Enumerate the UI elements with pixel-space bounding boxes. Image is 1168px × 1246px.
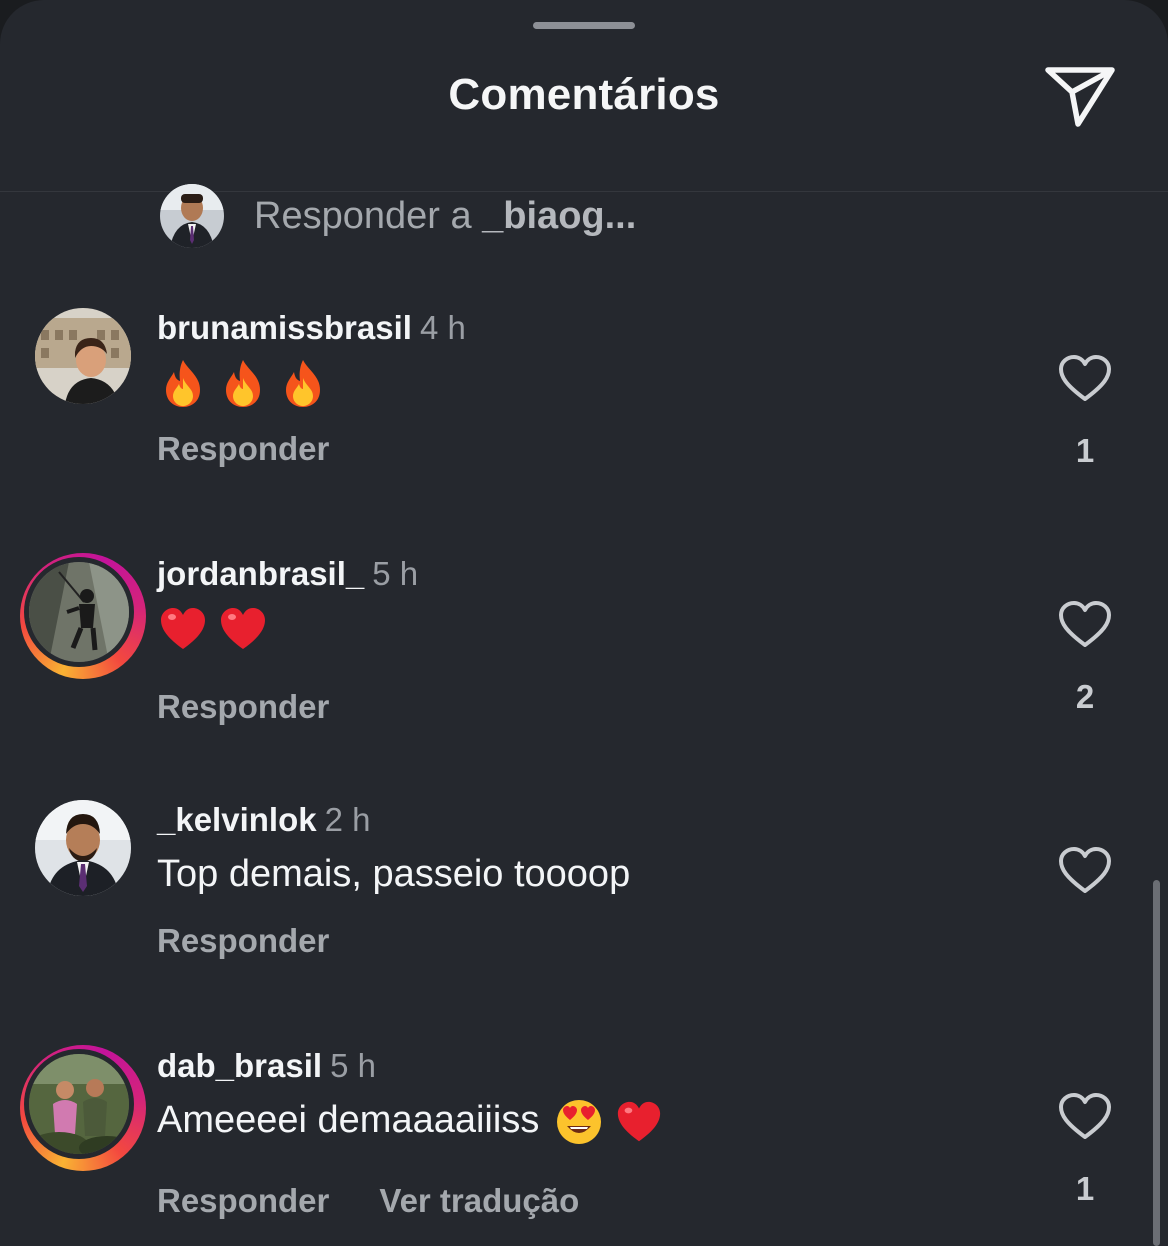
- page-title: Comentários: [448, 70, 720, 119]
- comment-actions: Responder: [157, 688, 329, 726]
- comment-username[interactable]: brunamissbrasil: [157, 309, 412, 346]
- reply-input[interactable]: Responder a _biaog...: [160, 184, 637, 248]
- comment-time: 4 h: [419, 309, 466, 346]
- drag-handle[interactable]: [533, 22, 635, 29]
- like-count: 1: [1075, 1170, 1095, 1207]
- current-user-avatar: [160, 184, 224, 248]
- scrollbar[interactable]: [1153, 880, 1160, 1246]
- translate-button[interactable]: Ver tradução: [379, 1182, 579, 1219]
- heart-icon[interactable]: [1058, 600, 1112, 648]
- like-count: 1: [1075, 432, 1095, 469]
- story-ring: [20, 553, 146, 679]
- heart-icon[interactable]: [1058, 1092, 1112, 1140]
- story-ring: [20, 1045, 146, 1171]
- reply-button[interactable]: Responder: [157, 688, 329, 725]
- comment-text: Ameeeei demaaaaiiiss: [157, 1096, 663, 1146]
- heart-icon[interactable]: [1058, 354, 1112, 402]
- fire-icon: [166, 360, 200, 407]
- comment-text: Top demais, passeio toooop: [157, 853, 631, 895]
- comment-header: dab_brasil 5 h: [157, 1046, 376, 1086]
- heart-eyes-emoji-icon: [557, 1099, 602, 1144]
- reply-button[interactable]: Responder: [157, 922, 329, 959]
- comment-text: [160, 358, 326, 408]
- comment-text: [160, 604, 266, 654]
- comment-username[interactable]: jordanbrasil_: [157, 555, 364, 592]
- red-heart-icon: [221, 608, 265, 649]
- comment-actions: Responder: [157, 922, 329, 960]
- comment-actions: Responder: [157, 430, 329, 468]
- comment-username[interactable]: _kelvinlok: [157, 801, 317, 838]
- reply-button[interactable]: Responder: [157, 1182, 329, 1219]
- comment-time: 2 h: [324, 801, 371, 838]
- comment-header: brunamissbrasil 4 h: [157, 308, 466, 348]
- comment-time: 5 h: [372, 555, 419, 592]
- avatar[interactable]: [35, 308, 131, 404]
- fire-icon: [226, 360, 260, 407]
- comment-actions: Responder Ver tradução: [157, 1182, 579, 1220]
- comment-username[interactable]: dab_brasil: [157, 1047, 322, 1084]
- avatar[interactable]: [35, 800, 131, 896]
- comments-sheet: Comentários Responder a _biaog... brunam…: [0, 0, 1168, 1246]
- heart-icon[interactable]: [1058, 846, 1112, 894]
- comment-time: 5 h: [330, 1047, 376, 1084]
- fire-icon: [286, 360, 320, 407]
- reply-placeholder: Responder a _biaog...: [254, 194, 637, 237]
- avatar[interactable]: [20, 553, 146, 679]
- comment-header: _kelvinlok 2 h: [157, 800, 370, 840]
- comment-header: jordanbrasil_ 5 h: [157, 554, 418, 594]
- reply-button[interactable]: Responder: [157, 430, 329, 467]
- red-heart-icon: [618, 1101, 661, 1142]
- avatar[interactable]: [20, 1045, 146, 1171]
- red-heart-icon: [161, 608, 205, 649]
- paper-plane-icon[interactable]: [1040, 62, 1120, 134]
- like-count: 2: [1075, 678, 1095, 715]
